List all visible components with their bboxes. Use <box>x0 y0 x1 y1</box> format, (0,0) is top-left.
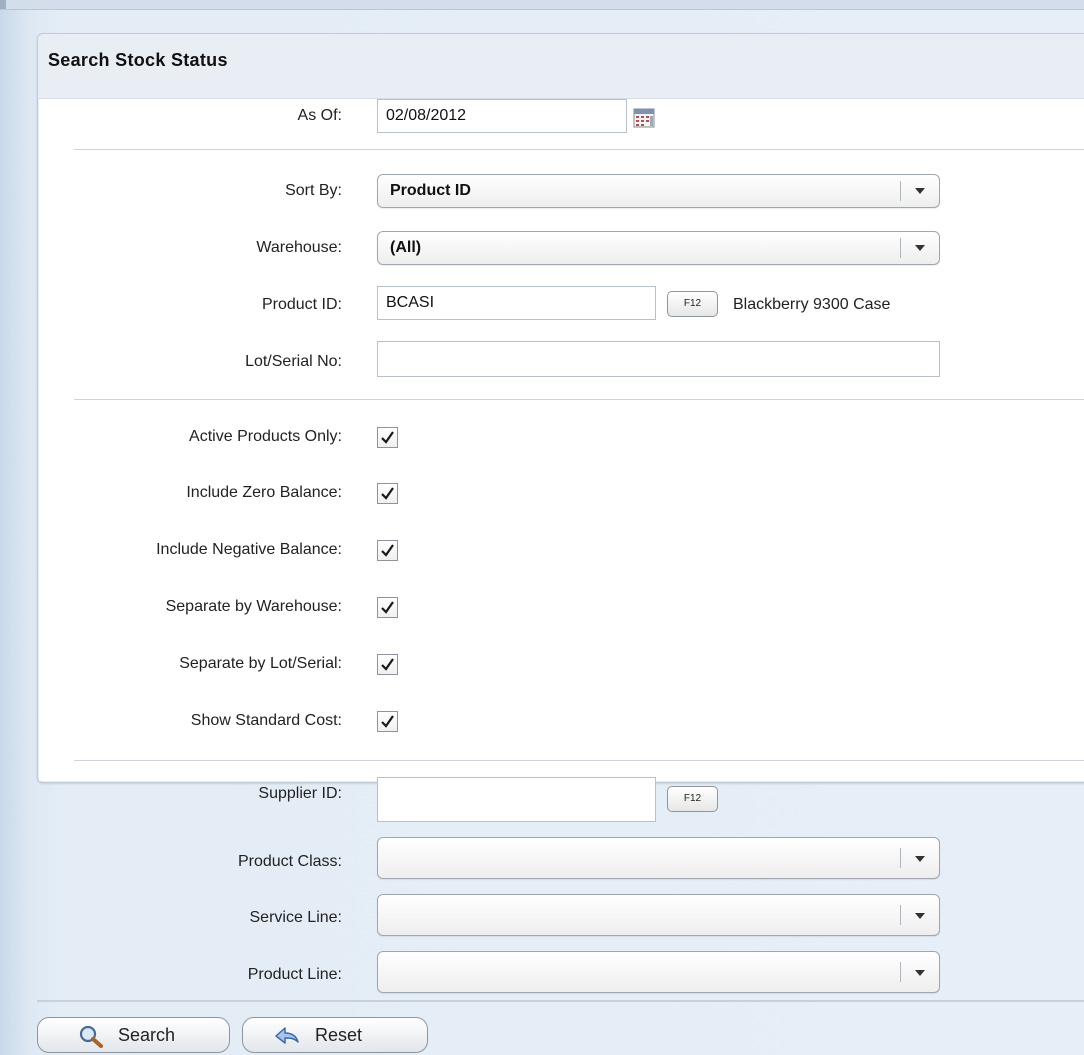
product-line-label: Product Line: <box>247 966 342 983</box>
active-products-only-label: Active Products Only: <box>189 428 342 445</box>
chevron-down-icon[interactable] <box>915 188 925 194</box>
chevron-down-icon[interactable] <box>915 856 925 862</box>
undo-arrow-icon <box>275 1027 299 1044</box>
select-separator <box>900 238 901 258</box>
product-id-lookup-button[interactable]: F12 <box>667 291 718 317</box>
product-line-select[interactable] <box>377 951 940 993</box>
separate-by-warehouse-checkbox[interactable] <box>377 597 398 618</box>
include-zero-balance-checkbox[interactable] <box>377 483 398 504</box>
as-of-label: As Of: <box>297 107 342 124</box>
supplier-id-lookup-button[interactable]: F12 <box>667 786 718 812</box>
checkmark-icon <box>381 487 394 500</box>
show-standard-cost-checkbox[interactable] <box>377 711 398 732</box>
checkmark-icon <box>381 658 394 671</box>
warehouse-label: Warehouse: <box>256 239 342 256</box>
service-line-select[interactable] <box>377 894 940 936</box>
chevron-down-icon[interactable] <box>915 970 925 976</box>
sort-by-value: Product ID <box>390 182 471 199</box>
warehouse-select[interactable]: (All) <box>377 231 940 265</box>
checkmark-icon <box>381 544 394 557</box>
product-description: Blackberry 9300 Case <box>733 296 891 313</box>
toolbar-edge <box>0 0 6 9</box>
sort-by-select[interactable]: Product ID <box>377 174 940 208</box>
calendar-icon[interactable] <box>633 108 655 128</box>
chevron-down-icon[interactable] <box>915 245 925 251</box>
select-separator <box>900 181 901 201</box>
select-separator <box>900 962 901 982</box>
search-button-label: Search <box>118 1025 176 1045</box>
divider-2 <box>74 399 1084 400</box>
select-separator <box>900 905 901 925</box>
product-id-label: Product ID: <box>261 296 342 313</box>
include-negative-balance-label: Include Negative Balance: <box>156 541 342 558</box>
select-separator <box>900 848 901 868</box>
checkmark-icon <box>381 601 394 614</box>
search-button[interactable]: Search <box>37 1017 230 1053</box>
active-products-only-checkbox[interactable] <box>377 427 398 448</box>
checkmark-icon <box>381 715 394 728</box>
panel-title: Search Stock Status <box>48 50 228 70</box>
divider-3 <box>74 760 1084 761</box>
service-line-label: Service Line: <box>249 909 343 926</box>
checkmark-icon <box>381 431 394 444</box>
supplier-id-input[interactable] <box>377 777 656 822</box>
warehouse-value: (All) <box>390 239 422 256</box>
magnifier-icon <box>79 1025 103 1048</box>
product-id-input[interactable] <box>377 286 656 320</box>
top-toolbar-strip <box>0 0 1084 10</box>
chevron-down-icon[interactable] <box>915 913 925 919</box>
divider-1 <box>74 149 1084 150</box>
show-standard-cost-label: Show Standard Cost: <box>190 712 342 729</box>
separate-by-lot-serial-checkbox[interactable] <box>377 654 398 675</box>
lot-serial-label: Lot/Serial No: <box>245 353 342 370</box>
reset-button[interactable]: Reset <box>242 1017 428 1053</box>
separate-by-warehouse-label: Separate by Warehouse: <box>165 598 342 615</box>
sort-by-label: Sort By: <box>285 182 342 199</box>
reset-button-label: Reset <box>315 1025 363 1045</box>
product-class-select[interactable] <box>377 837 940 879</box>
product-class-label: Product Class: <box>237 853 342 870</box>
as-of-input[interactable] <box>377 99 627 133</box>
panel-bottom-edge <box>37 1000 1084 1002</box>
include-negative-balance-checkbox[interactable] <box>377 540 398 561</box>
separate-by-lot-serial-label: Separate by Lot/Serial: <box>179 655 342 672</box>
include-zero-balance-label: Include Zero Balance: <box>186 484 342 501</box>
supplier-id-label: Supplier ID: <box>258 785 342 802</box>
lot-serial-input[interactable] <box>377 341 940 377</box>
